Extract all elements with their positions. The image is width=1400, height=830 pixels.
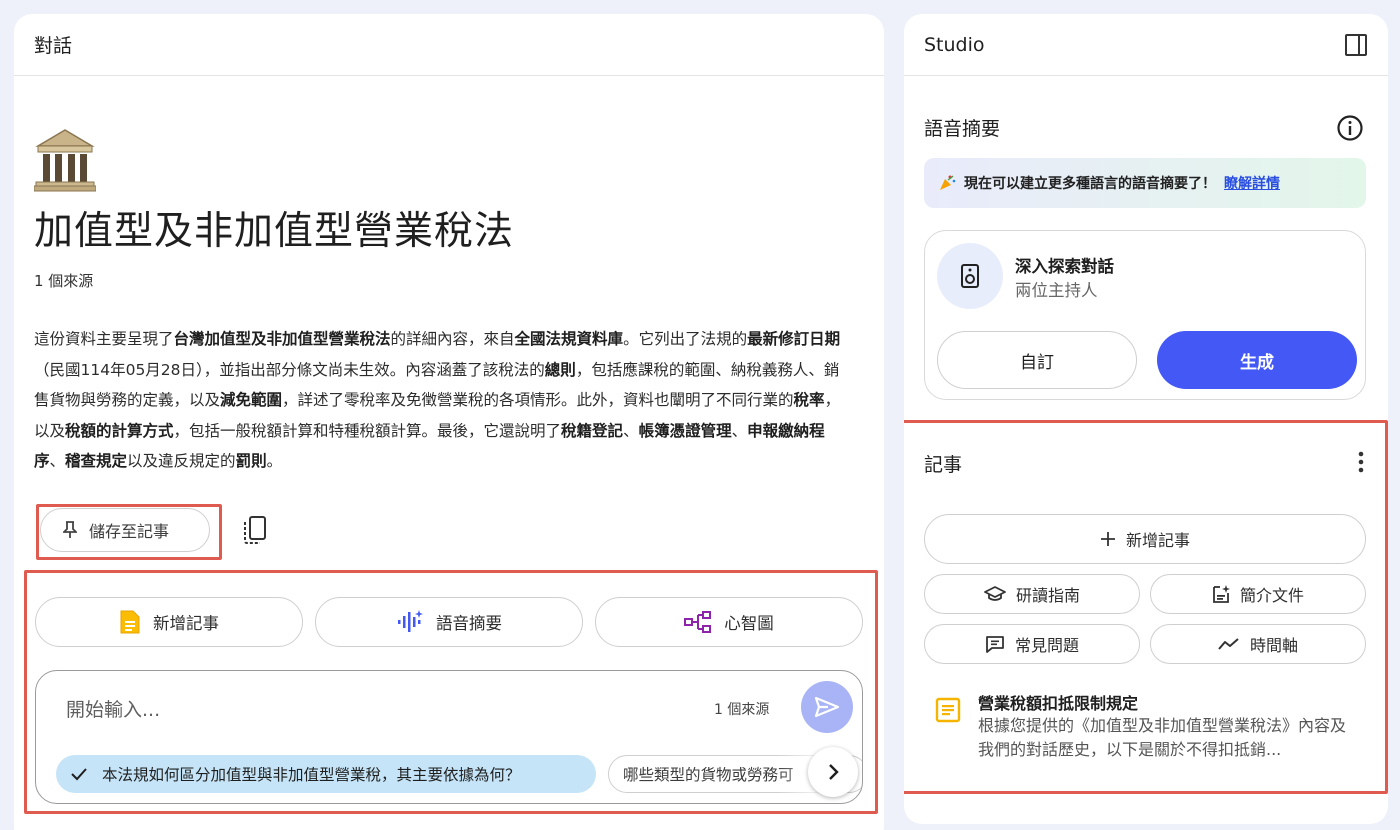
info-icon[interactable] xyxy=(1336,114,1364,142)
note-preview: 根據您提供的《加值型及非加值型營業稅法》內容及我們的對話歷史，以下是關於不得扣抵… xyxy=(978,716,1347,759)
add-note-label: 新增記事 xyxy=(1125,531,1190,550)
speaker-avatar xyxy=(937,243,1003,309)
suggestion-chip-selected[interactable]: 本法規如何區分加值型與非加值型營業稅，其主要依據為何？ xyxy=(56,755,596,793)
suggestions-next-button[interactable] xyxy=(808,747,858,797)
chat-header-title: 對話 xyxy=(34,35,73,57)
suggestion-chip-label: 本法規如何區分加值型與非加值型營業稅，其主要依據為何？ xyxy=(102,766,521,784)
audio-card-title: 深入探索對話 xyxy=(1015,257,1114,276)
note-icon xyxy=(935,697,961,723)
mind-map-action-label: 心智圖 xyxy=(724,614,774,633)
generate-button[interactable]: 生成 xyxy=(1157,331,1357,389)
send-button[interactable] xyxy=(801,681,853,733)
audio-overview-card: 深入探索對話 兩位主持人 自訂 生成 xyxy=(924,230,1366,400)
audio-language-banner: 現在可以建立更多種語言的語音摘要了！ 瞭解詳情 xyxy=(924,158,1366,208)
pin-icon xyxy=(63,521,77,538)
plus-icon xyxy=(1100,532,1115,546)
study-guide-button[interactable]: 研讀指南 xyxy=(924,574,1140,614)
add-note-button[interactable]: 新增記事 xyxy=(924,514,1366,564)
chat-panel: 對話 加值型及非加值型營業稅法 1 個來源 這份資料主要呈現了台灣加值型及非加值… xyxy=(14,14,884,830)
copy-icon[interactable] xyxy=(242,515,268,545)
audio-wave-icon xyxy=(398,610,423,632)
notebook-title: 加值型及非加值型營業稅法 xyxy=(34,209,515,254)
more-vert-icon[interactable] xyxy=(1352,448,1370,476)
send-icon xyxy=(814,696,840,718)
note-title: 營業稅額扣抵限制規定 xyxy=(978,694,1139,713)
save-to-notes-button[interactable]: 儲存至記事 xyxy=(40,508,210,552)
briefing-doc-label: 簡介文件 xyxy=(1239,586,1304,605)
faq-button[interactable]: 常見問題 xyxy=(924,624,1140,664)
source-count: 1 個來源 xyxy=(34,272,94,290)
audio-summary-action-label: 語音摘要 xyxy=(436,614,502,633)
save-to-notes-label: 儲存至記事 xyxy=(89,522,170,541)
chat-header: 對話 xyxy=(14,14,884,76)
suggestion-chip-label: 哪些類型的貨物或勞務可 xyxy=(623,766,794,784)
chevron-right-icon xyxy=(829,764,839,780)
audio-summary-section-title: 語音摘要 xyxy=(924,118,1001,140)
classical-building-icon xyxy=(34,129,96,192)
audio-card-subtitle: 兩位主持人 xyxy=(1015,281,1098,300)
studio-panel: Studio 語音摘要 現在可以建立更多種語言的語音摘要了！ 瞭解詳情 深入探索… xyxy=(904,14,1388,824)
studio-header: Studio xyxy=(904,14,1388,76)
mind-map-icon xyxy=(684,611,712,633)
studio-header-title: Studio xyxy=(924,33,985,56)
graduation-cap-icon xyxy=(984,586,1006,601)
faq-label: 常見問題 xyxy=(1014,636,1079,655)
timeline-button[interactable]: 時間軸 xyxy=(1150,624,1366,664)
learn-more-link[interactable]: 瞭解詳情 xyxy=(1224,173,1280,193)
add-note-action-button[interactable]: 新增記事 xyxy=(35,597,303,647)
add-note-action-label: 新增記事 xyxy=(153,614,219,633)
mind-map-action-button[interactable]: 心智圖 xyxy=(595,597,863,647)
party-popper-icon xyxy=(940,175,956,190)
timeline-icon xyxy=(1218,638,1239,650)
chat-input-placeholder[interactable]: 開始輸入... xyxy=(66,695,160,722)
check-icon xyxy=(71,768,87,781)
notebook-summary: 這份資料主要呈現了台灣加值型及非加值型營業稅法的詳細內容，來自全國法規資料庫。它… xyxy=(34,330,841,470)
note-icon xyxy=(120,610,140,634)
speaker-icon xyxy=(961,264,979,288)
document-icon xyxy=(1213,585,1230,603)
audio-summary-action-button[interactable]: 語音摘要 xyxy=(315,597,583,647)
faq-icon xyxy=(986,636,1004,653)
panel-toggle-icon[interactable] xyxy=(1344,33,1368,57)
briefing-doc-button[interactable]: 簡介文件 xyxy=(1150,574,1366,614)
study-guide-label: 研讀指南 xyxy=(1015,586,1080,605)
customize-button[interactable]: 自訂 xyxy=(937,331,1137,389)
input-source-count: 1 個來源 xyxy=(714,702,770,718)
chat-input-box[interactable]: 開始輸入... 1 個來源 本法規如何區分加值型與非加值型營業稅，其主要依據為何… xyxy=(35,670,863,804)
banner-text: 現在可以建立更多種語言的語音摘要了！ xyxy=(964,176,1216,192)
timeline-label: 時間軸 xyxy=(1249,636,1298,655)
notes-section-title: 記事 xyxy=(924,454,963,476)
